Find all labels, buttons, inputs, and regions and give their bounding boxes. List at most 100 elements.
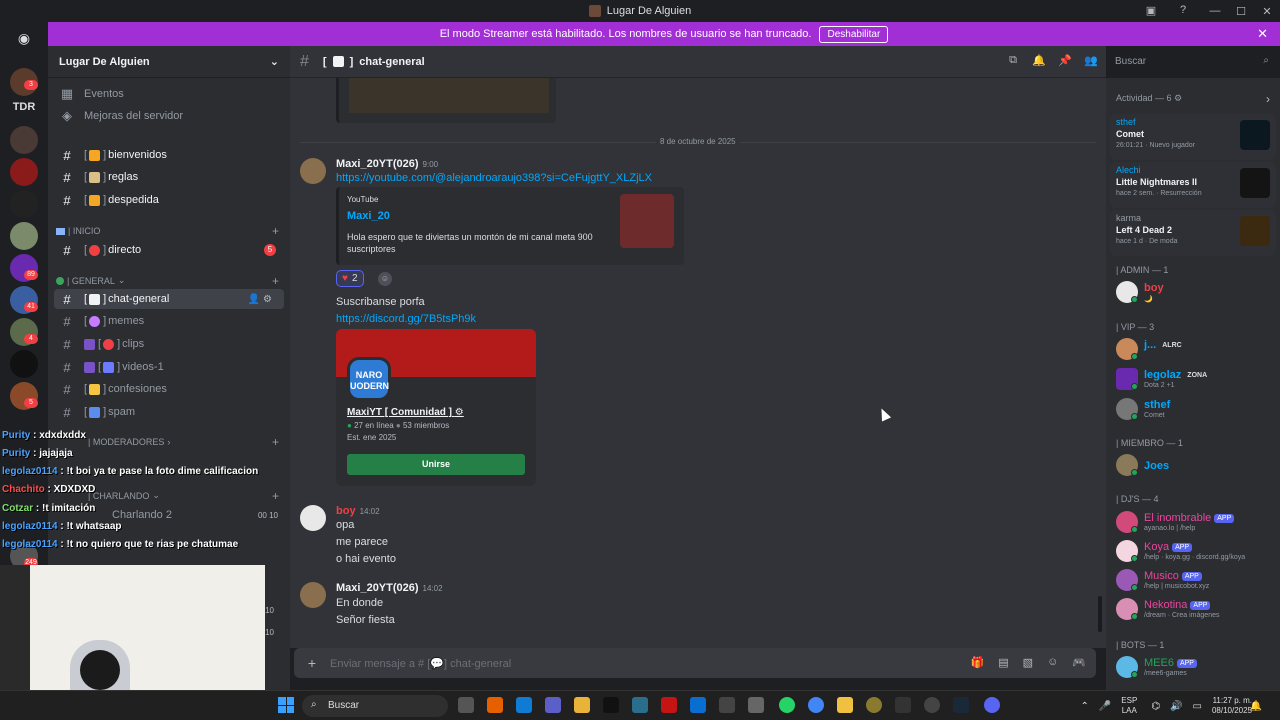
search-input[interactable]: Buscar ⌕ <box>1110 52 1274 72</box>
mic-icon[interactable]: 🎤 <box>1099 701 1111 712</box>
battery-icon[interactable]: ▭ <box>1193 701 1202 712</box>
tiktok-icon[interactable] <box>603 697 619 713</box>
volume-icon[interactable]: 🔊 <box>1170 701 1182 712</box>
language-indicator[interactable]: ESP LAA <box>1121 696 1137 716</box>
outlook-icon[interactable] <box>690 697 706 713</box>
category-inicio[interactable]: | INICIO + <box>56 224 279 238</box>
windows-start-icon[interactable] <box>278 697 294 713</box>
taskbar-search[interactable]: ⌕ Buscar <box>302 695 448 717</box>
channel-bienvenidos[interactable]: # [] bienvenidos <box>48 145 290 165</box>
gift-icon[interactable]: 🎁 <box>971 656 985 669</box>
discord-icon[interactable] <box>984 697 1000 713</box>
avatar[interactable] <box>300 158 326 184</box>
minimize-button[interactable]: — <box>1202 0 1228 22</box>
avatar[interactable] <box>300 582 326 608</box>
disable-streamer-button[interactable]: Deshabilitar <box>819 25 889 43</box>
whatsapp-icon[interactable] <box>779 697 795 713</box>
member-vip-1[interactable]: j... ALRC <box>1114 335 1274 365</box>
app-icon[interactable] <box>632 697 648 713</box>
message-author[interactable]: Maxi_20YT(026) 14:02 <box>336 582 443 594</box>
maximize-button[interactable]: ☐ <box>1228 0 1254 22</box>
add-reaction-icon[interactable]: ☺ <box>378 272 392 286</box>
member-sthef[interactable]: sthef Comet <box>1114 395 1274 425</box>
channel-settings-icons[interactable]: 👤 ⚙ <box>248 294 272 305</box>
server-icon[interactable] <box>10 126 38 154</box>
add-channel-icon[interactable]: + <box>272 489 279 503</box>
activity-card[interactable]: karma Left 4 Dead 2 hace 1 d · De moda <box>1110 210 1276 256</box>
channel-spam[interactable]: # [] spam <box>48 402 290 422</box>
member-legolaz[interactable]: legolaz ZONA Dota 2 +1 <box>1114 365 1274 395</box>
member-joes[interactable]: Joes <box>1114 451 1274 481</box>
channel-directo[interactable]: # [] directo 5 <box>48 240 290 260</box>
network-icon[interactable]: ⌬ <box>1151 701 1160 712</box>
activity-card[interactable]: sthef Comet 26:01:21 · Nuevo jugador <box>1110 114 1276 160</box>
discord-home-icon[interactable]: ◉ <box>12 30 36 48</box>
channel-memes[interactable]: # [] memes <box>48 311 290 331</box>
app-icon[interactable] <box>661 697 677 713</box>
member-dj-1[interactable]: El inombrable APP ayanao.lo | /help <box>1114 508 1274 538</box>
app-icon[interactable] <box>719 697 735 713</box>
steam-icon[interactable] <box>953 697 969 713</box>
join-button[interactable]: Unirse <box>347 454 525 475</box>
invite-link[interactable]: https://discord.gg/7B5tsPh9k <box>336 313 476 325</box>
app-icon[interactable] <box>924 697 940 713</box>
message-list[interactable]: 8 de octubre de 2025 Maxi_20YT(026) 9:00 … <box>290 78 1106 648</box>
inbox-icon[interactable]: ▣ <box>1144 3 1158 17</box>
category-general[interactable]: | GENERAL ⌄ + <box>56 274 279 288</box>
add-channel-icon[interactable]: + <box>272 224 279 238</box>
channel-despedida[interactable]: # [] despedida <box>48 190 290 210</box>
member-mee6[interactable]: MEE6 APP /mee6-games <box>1114 653 1274 683</box>
scrollbar-thumb[interactable] <box>1098 596 1102 632</box>
close-window-button[interactable]: ✕ <box>1254 0 1280 22</box>
channel-clips[interactable]: # [] clips <box>48 334 290 354</box>
server-tdr[interactable]: TDR <box>10 101 38 113</box>
bell-icon[interactable]: 🔔 <box>1032 54 1046 67</box>
server-icon[interactable] <box>10 222 38 250</box>
add-channel-icon[interactable]: + <box>272 435 279 449</box>
server-icon[interactable] <box>10 350 38 378</box>
help-icon[interactable]: ? <box>1176 3 1190 17</box>
emoji-icon[interactable]: ☺ <box>1047 656 1058 669</box>
app-icon[interactable] <box>895 697 911 713</box>
chevron-up-icon[interactable]: ⌃ <box>1080 701 1088 712</box>
close-icon[interactable]: ✕ <box>1257 26 1268 42</box>
store-icon[interactable] <box>574 697 590 713</box>
server-icon[interactable] <box>10 190 38 218</box>
heart-reaction[interactable]: ♥ 2 <box>336 270 364 287</box>
explorer-icon[interactable] <box>837 697 853 713</box>
members-icon[interactable]: 👥 <box>1084 54 1098 67</box>
category-charlando[interactable]: | CHARLANDO ⌄ + <box>88 489 279 503</box>
apps-icon[interactable]: 🎮 <box>1072 656 1086 669</box>
message-author[interactable]: Maxi_20YT(026) 9:00 <box>336 158 438 170</box>
chevron-right-icon[interactable]: › <box>1266 92 1270 106</box>
boosts-item[interactable]: ◈ Mejoras del servidor <box>48 106 290 126</box>
sticker-icon[interactable]: ▧ <box>1023 656 1033 669</box>
edge-icon[interactable] <box>516 697 532 713</box>
attach-plus-icon[interactable]: + <box>294 655 330 671</box>
member-dj-2[interactable]: Koya APP /help · koya.gg · discord.gg/koy… <box>1114 537 1274 567</box>
message-author[interactable]: boy 14:02 <box>336 505 380 517</box>
task-view-icon[interactable] <box>458 697 474 713</box>
channel-confesiones[interactable]: # [] confesiones <box>48 379 290 399</box>
notifications-icon[interactable]: 🔔 <box>1250 701 1262 712</box>
clock[interactable]: 11:27 p. m. 08/10/2025 <box>1212 696 1252 716</box>
message-input[interactable]: + Enviar mensaje a # [💬] chat-general 🎁 … <box>294 648 1096 678</box>
member-dj-3[interactable]: Musico APP /help | musicobot.xyz <box>1114 566 1274 596</box>
youtube-link[interactable]: https://youtube.com/@alejandroaraujo398?… <box>336 172 652 184</box>
server-icon[interactable] <box>10 158 38 186</box>
channel-reglas[interactable]: # [] reglas <box>48 167 290 187</box>
server-header[interactable]: Lugar De Alguien ⌄ <box>48 46 290 78</box>
embed-title[interactable]: Maxi_20 <box>347 210 390 222</box>
teams-icon[interactable] <box>545 697 561 713</box>
category-moderadores[interactable]: | MODERADORES › + <box>88 435 279 449</box>
channel-chat-general[interactable]: # [] chat-general 👤 ⚙ <box>54 289 284 309</box>
chrome-icon[interactable] <box>808 697 824 713</box>
member-boy[interactable]: boy 🌙 <box>1114 278 1274 308</box>
channel-videos[interactable]: # [] videos-1 <box>48 357 290 377</box>
gif-icon[interactable]: ▤ <box>998 656 1008 669</box>
invite-server-name[interactable]: MaxiYT [ Comunidad ] ⚙ <box>347 407 464 418</box>
member-dj-4[interactable]: Nekotina APP /dream · Crea imágenes <box>1114 595 1274 625</box>
embed-thumbnail[interactable] <box>620 194 674 248</box>
app-icon[interactable] <box>866 697 882 713</box>
add-channel-icon[interactable]: + <box>272 274 279 288</box>
